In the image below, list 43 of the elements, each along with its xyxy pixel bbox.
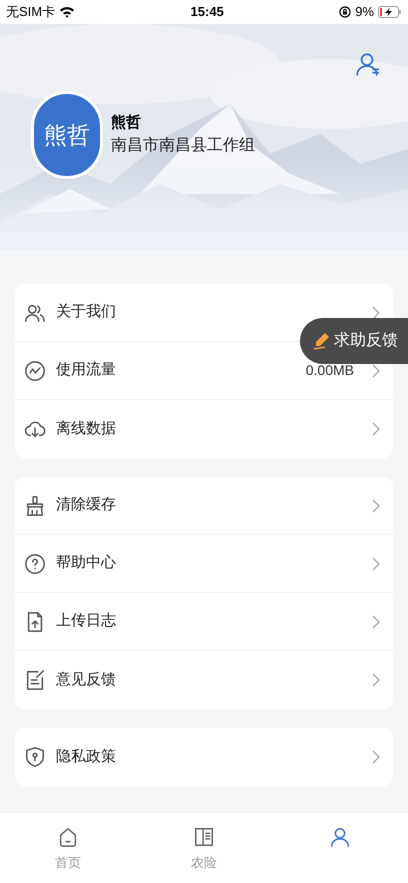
battery-charging-icon (378, 6, 402, 18)
menu-label: 离线数据 (56, 418, 117, 439)
chevron-icon (372, 306, 380, 320)
menu-item[interactable]: 意见反馈 (15, 651, 393, 709)
chevron-icon (372, 498, 380, 512)
chevron-icon (372, 750, 380, 764)
user-name: 熊哲 (111, 112, 142, 133)
chevron-icon (372, 422, 380, 436)
note-edit-icon (24, 669, 46, 691)
menu-label: 意见反馈 (56, 670, 117, 690)
clock-text: 15:45 (190, 3, 224, 22)
carrier-text: 无SIM卡 (6, 3, 56, 22)
menu-item[interactable]: 离线数据 (15, 400, 393, 458)
wifi-icon (59, 6, 76, 18)
menu-item[interactable]: 隐私政策 (15, 728, 393, 786)
menu-label: 清除缓存 (56, 495, 117, 516)
menu-label: 使用流量 (56, 360, 117, 380)
menu-item[interactable]: 清除缓存 (15, 477, 393, 535)
tab-label: 首页 (55, 854, 81, 872)
tab-label: 农险 (191, 854, 217, 872)
chevron-icon (372, 364, 380, 378)
book-icon (193, 825, 215, 849)
value-text: 0.00MB (306, 361, 354, 380)
menu-label: 帮助中心 (56, 553, 117, 574)
battery-percent-text: 9% (355, 3, 374, 22)
trend-icon (24, 360, 46, 382)
menu-item[interactable]: 上传日志 (15, 593, 393, 651)
shield-icon (24, 746, 46, 768)
chevron-icon (372, 673, 380, 687)
chevron-icon (372, 614, 380, 628)
rotation-lock-icon (339, 6, 352, 18)
chevron-icon (372, 556, 380, 570)
brush-icon (24, 494, 46, 516)
menu-item[interactable]: 帮助中心 (15, 535, 393, 593)
help-feedback-button[interactable]: 求助反馈 (300, 318, 408, 364)
help-icon (24, 552, 46, 574)
home-icon (57, 825, 79, 849)
work-group-text: 南昌市南昌县工作组 (111, 136, 255, 156)
menu-label: 关于我们 (56, 302, 117, 322)
menu-label: 隐私政策 (56, 746, 117, 767)
person-icon (329, 825, 351, 849)
pencil-icon (312, 331, 332, 351)
menu-label: 上传日志 (56, 611, 117, 632)
